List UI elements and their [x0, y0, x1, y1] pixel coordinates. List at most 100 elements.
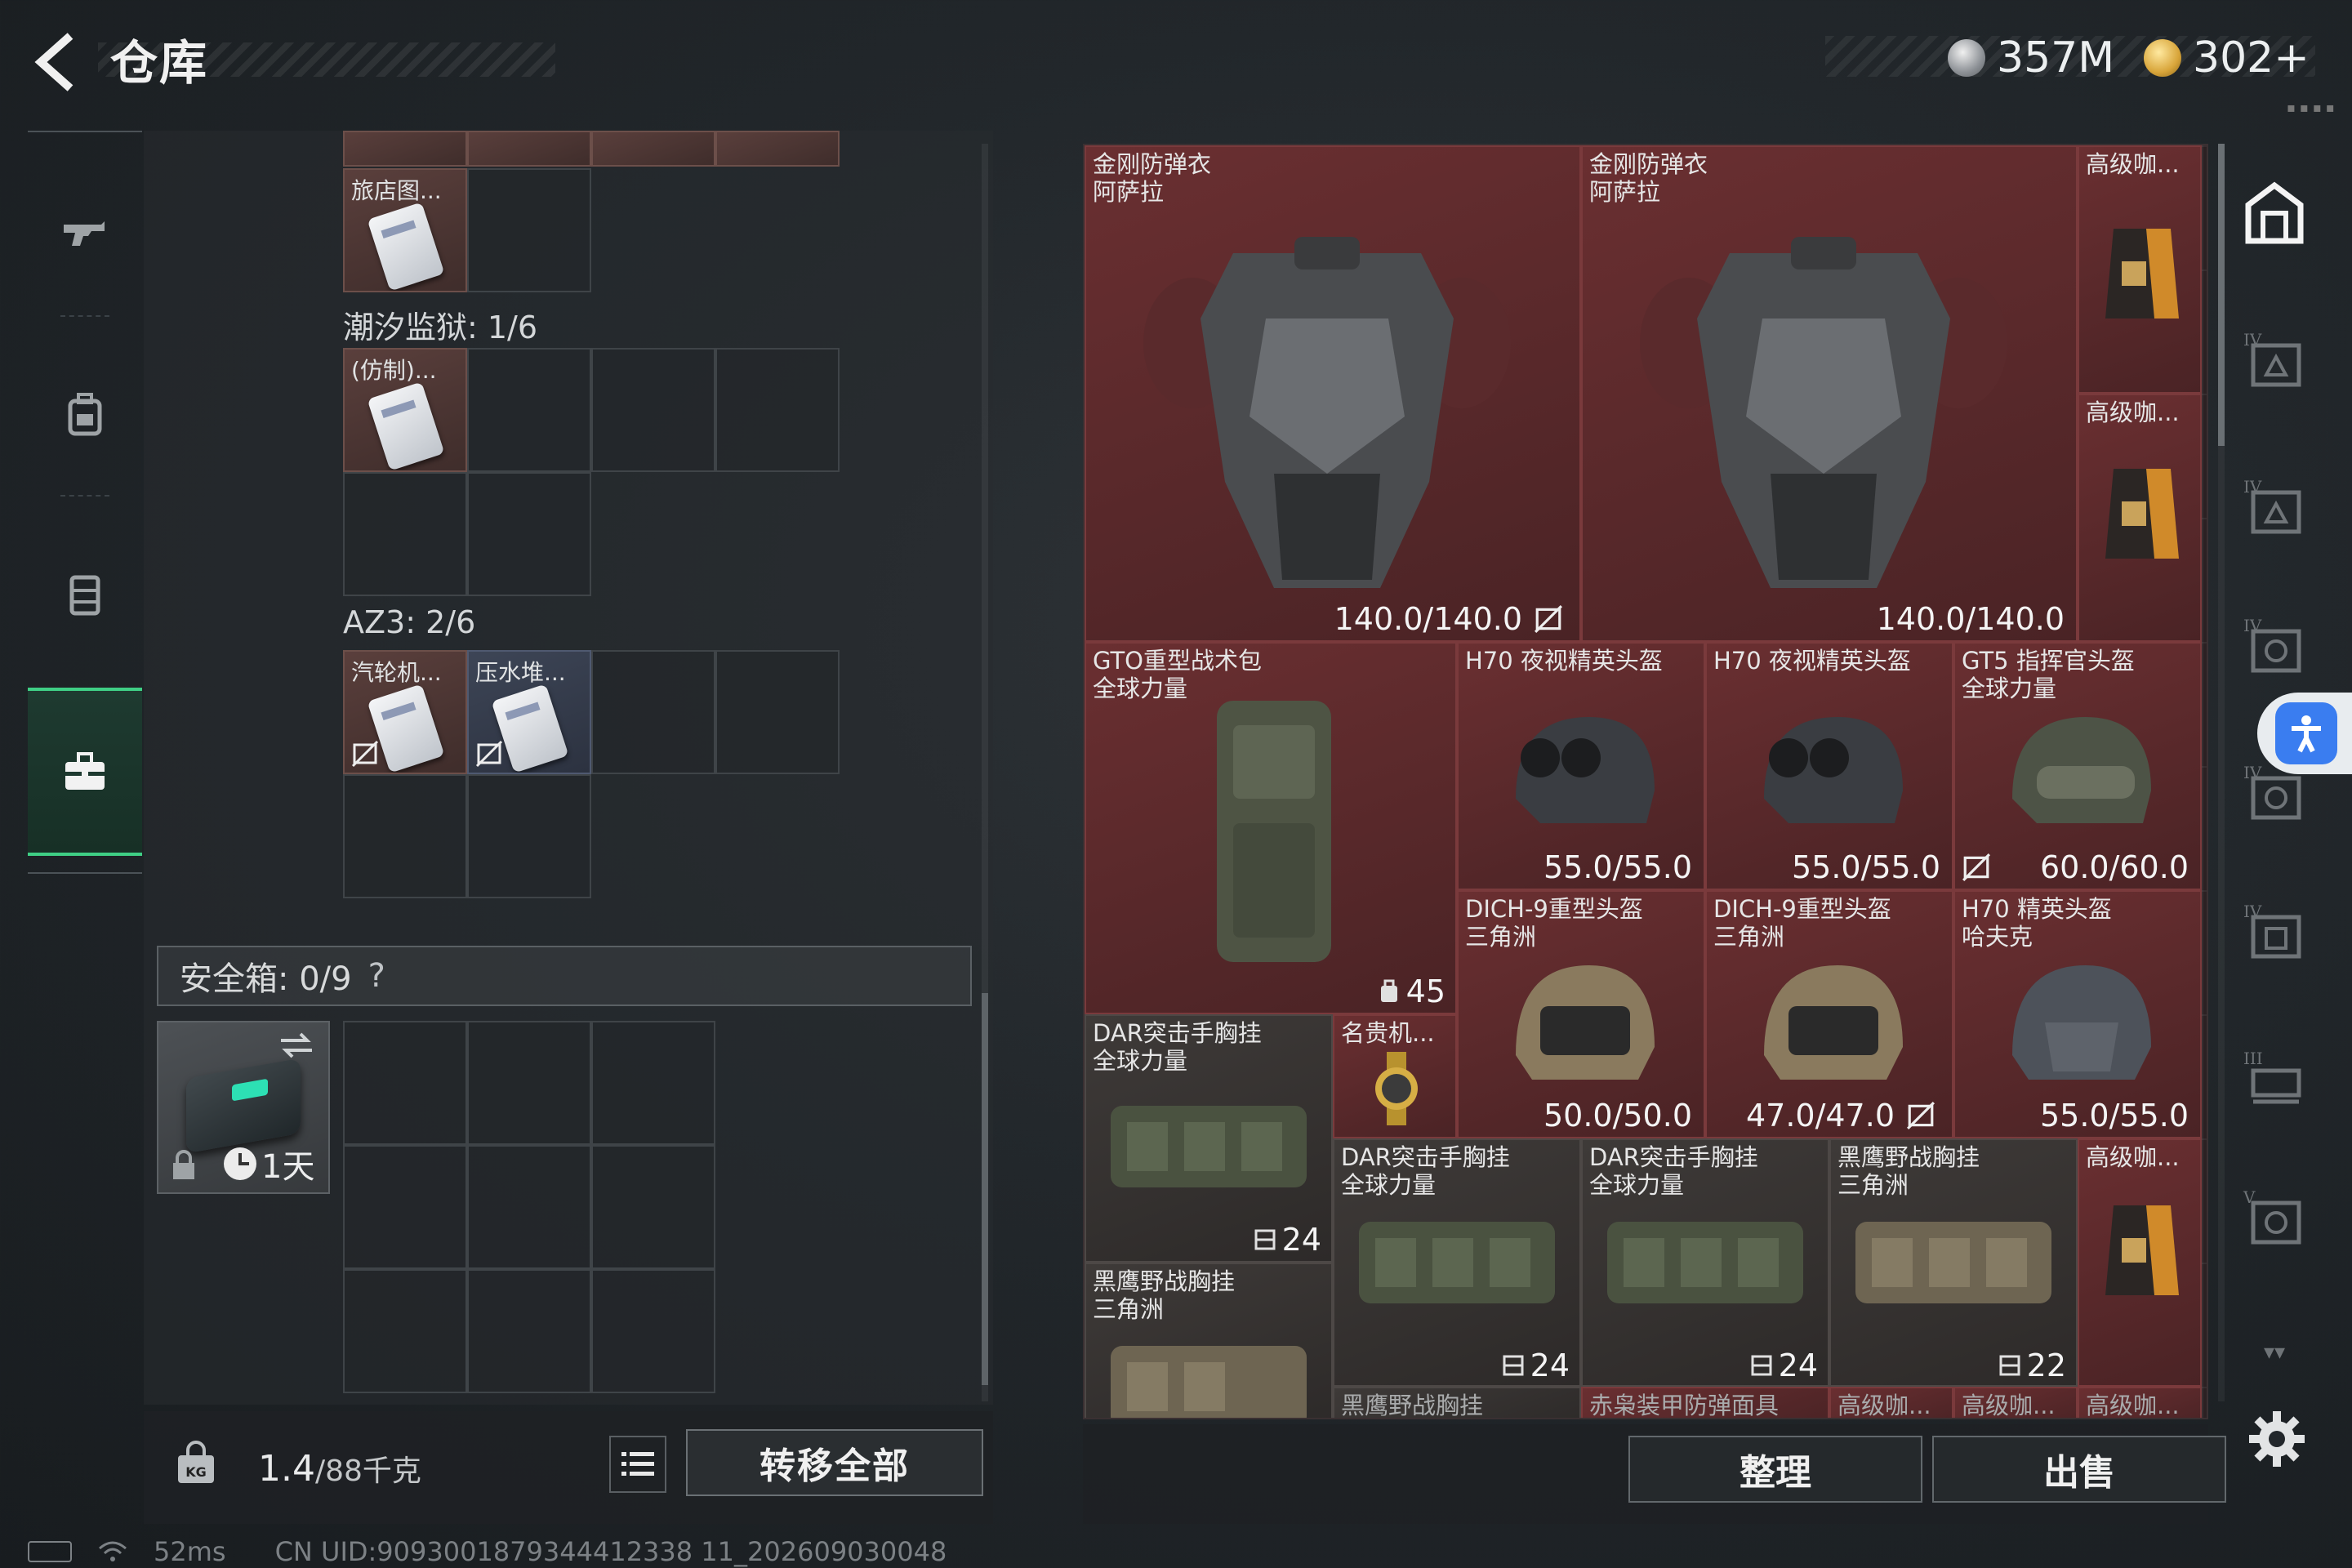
item-name: 黑鹰野战胸挂 [1341, 1392, 1484, 1419]
inventory-item[interactable]: 压水堆... [467, 650, 591, 774]
inventory-item[interactable]: (仿制)... [343, 348, 467, 472]
empty-slot[interactable] [467, 168, 591, 292]
chest-rig-icon [1855, 1222, 2051, 1303]
empty-slot[interactable] [467, 472, 591, 596]
filter-all[interactable] [2238, 176, 2311, 250]
filter-helmet-v[interactable]: V [2238, 1181, 2311, 1254]
inventory-scrollbar[interactable] [982, 144, 988, 1401]
item-durability: 140.0/140.0 [1876, 601, 2065, 637]
item-durability: 60.0/60.0 [2039, 849, 2189, 885]
stash-item-helmet[interactable]: GT5 指挥官头盔 全球力量 60.0/60.0 [1953, 642, 2202, 890]
stash-item-helmet[interactable]: DICH-9重型头盔 三角洲 50.0/50.0 [1457, 890, 1705, 1138]
empty-slot[interactable] [467, 348, 591, 472]
nav-vest[interactable] [28, 532, 142, 655]
item-name: 高级咖... [1838, 1392, 1931, 1419]
stash-item-backpack[interactable]: GTO重型战术包 全球力量 45 [1085, 642, 1457, 1014]
back-button[interactable] [24, 29, 90, 95]
partial-item[interactable] [591, 131, 715, 167]
empty-slot[interactable] [467, 1021, 591, 1145]
item-name: 赤枭装甲防弹面具 [1589, 1392, 1780, 1419]
timer-value: 1天 [261, 1148, 315, 1186]
stash-item-rig[interactable]: DAR突击手胸挂 全球力量 24 [1581, 1138, 1829, 1387]
capacity-value: 24 [1778, 1348, 1818, 1383]
empty-slot[interactable] [591, 1021, 715, 1145]
stash-item-partial[interactable]: 高级咖... [1829, 1387, 1953, 1419]
empty-slot[interactable] [343, 774, 467, 898]
capacity-icon [1751, 1355, 1772, 1376]
vest-icon [69, 575, 100, 616]
filter-helmet-iv[interactable]: IV [2238, 609, 2311, 683]
item-durability: 55.0/55.0 [1543, 849, 1692, 885]
corner-mark: ▪ ▪ ▪ ▪ [2287, 100, 2335, 115]
currency-gold-value: 302+ [2193, 33, 2310, 82]
filter-rig-iii[interactable]: III [2238, 1042, 2311, 1116]
stash-item-rig[interactable]: DAR突击手胸挂 全球力量 24 [1333, 1138, 1581, 1387]
empty-slot[interactable] [591, 1269, 715, 1393]
stash-item-rig[interactable]: 黑鹰野战胸挂 三角洲 [1085, 1263, 1333, 1418]
filter-armor-iv[interactable]: IV [2238, 323, 2311, 397]
empty-slot[interactable] [591, 1145, 715, 1269]
list-view-button[interactable] [609, 1436, 666, 1493]
chest-rig-icon [1111, 1106, 1307, 1187]
empty-slot[interactable] [715, 650, 840, 774]
stash-item-helmet[interactable]: H70 精英头盔 哈夫克 55.0/55.0 [1953, 890, 2202, 1138]
nav-weapons[interactable] [28, 173, 142, 296]
stash-footer: 整理 出售 [1083, 1424, 2226, 1524]
sort-button[interactable]: 整理 [1628, 1436, 1922, 1503]
stash-item-helmet[interactable]: H70 夜视精英头盔 55.0/55.0 [1457, 642, 1705, 890]
safebox-item[interactable]: 1天 [157, 1021, 330, 1194]
item-durability: 55.0/55.0 [1791, 849, 1940, 885]
stash-item-coffee[interactable]: 高级咖... [2078, 145, 2202, 394]
stash-item-helmet[interactable]: H70 夜视精英头盔 55.0/55.0 [1705, 642, 1953, 890]
help-button[interactable]: ? [368, 957, 385, 995]
empty-slot[interactable] [715, 348, 840, 472]
filter-backpack-iv[interactable]: IV [2238, 895, 2311, 969]
currency-gold[interactable]: 302+ [2144, 29, 2310, 87]
ping-value: 52ms [154, 1536, 226, 1567]
swap-icon[interactable] [276, 1029, 317, 1062]
scrollbar-thumb[interactable] [982, 993, 988, 1385]
stash-item-armor[interactable]: 金刚防弹衣 阿萨拉 140.0/140.0 [1085, 145, 1581, 642]
empty-slot[interactable] [343, 1021, 467, 1145]
sell-button[interactable]: 出售 [1932, 1436, 2226, 1503]
partial-item[interactable] [715, 131, 840, 167]
empty-slot[interactable] [591, 348, 715, 472]
no-trade-icon [1534, 604, 1563, 634]
inventory-item[interactable]: 旅店图... [343, 168, 467, 292]
accessibility-button[interactable] [2257, 693, 2352, 774]
stash-item-armor[interactable]: 金刚防弹衣 阿萨拉 140.0/140.0 [1581, 145, 2078, 642]
empty-slot[interactable] [467, 774, 591, 898]
more-filters[interactable]: ▾▾ [2238, 1336, 2311, 1369]
empty-slot[interactable] [467, 1145, 591, 1269]
silver-coin-icon [1948, 39, 1985, 77]
settings-button[interactable] [2244, 1406, 2310, 1472]
stash-item-partial[interactable]: 高级咖... [2078, 1387, 2202, 1418]
helmet-tier-4-icon: IV [2243, 616, 2301, 673]
stash-item-rig[interactable]: 黑鹰野战胸挂 三角洲 22 [1829, 1138, 2078, 1387]
transfer-all-button[interactable]: 转移全部 [686, 1429, 983, 1496]
partial-item[interactable] [343, 131, 467, 167]
stash-item-coffee[interactable]: 高级咖... [2078, 394, 2202, 642]
empty-slot[interactable] [343, 472, 467, 596]
stash-icon [2245, 181, 2304, 244]
filter-armor-iv-2[interactable]: IV [2238, 470, 2311, 544]
empty-slot[interactable] [343, 1145, 467, 1269]
nav-toolbox[interactable] [28, 688, 142, 856]
stash-item-coffee[interactable]: 高级咖... [2078, 1138, 2202, 1387]
empty-slot[interactable] [343, 1269, 467, 1393]
empty-slot[interactable] [467, 1269, 591, 1393]
stash-item-helmet[interactable]: DICH-9重型头盔 三角洲 47.0/47.0 [1705, 890, 1953, 1138]
stash-item-rig[interactable]: DAR突击手胸挂 全球力量 24 [1085, 1014, 1333, 1263]
body-armor-icon [1640, 237, 2007, 588]
nav-backpack[interactable] [28, 353, 142, 475]
stash-item-partial[interactable]: 赤枭装甲防弹面具 [1581, 1387, 1829, 1419]
stash-item-partial[interactable]: 高级咖... [1953, 1387, 2078, 1418]
no-trade-icon [1962, 853, 1991, 882]
empty-slot[interactable] [591, 650, 715, 774]
item-name: 名贵机... [1341, 1019, 1435, 1047]
stash-item-watch[interactable]: 名贵机... [1333, 1014, 1457, 1138]
stash-item-partial[interactable]: 黑鹰野战胸挂 [1333, 1387, 1581, 1419]
gold-coin-icon [2144, 39, 2181, 77]
partial-item[interactable] [467, 131, 591, 167]
inventory-item[interactable]: 汽轮机... [343, 650, 467, 774]
